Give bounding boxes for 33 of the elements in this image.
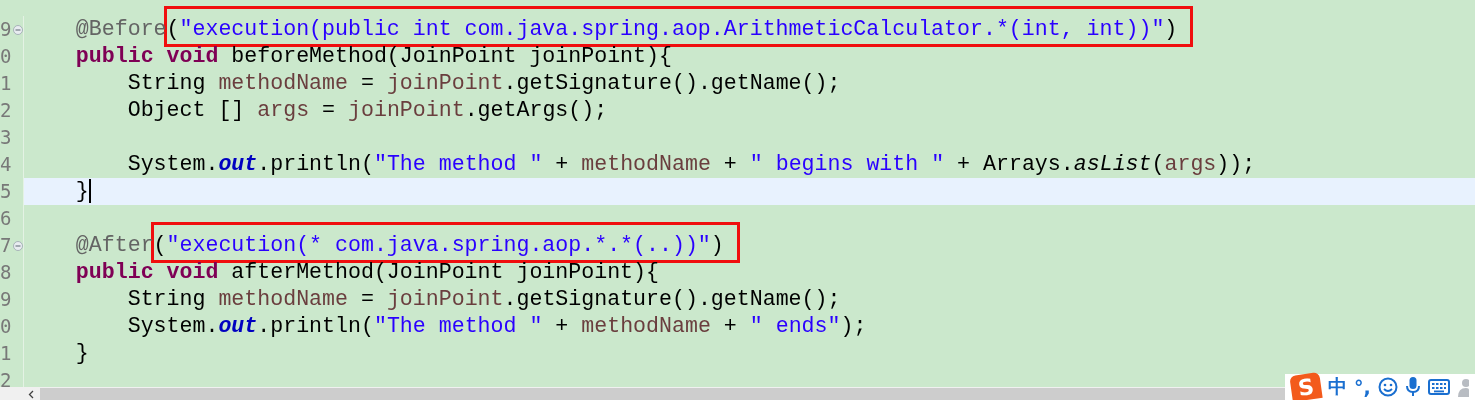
code-line: String methodName = joinPoint.getSignature().getName(); [126,287,841,311]
line-number: 0 [0,317,12,336]
code-line: Object [] args = joinPoint.getArgs(); [126,98,608,122]
line-number: 6 [0,209,12,228]
line-number: 1 [0,74,12,93]
code-line: public void beforeMethod(JoinPoint joinPoint){ [74,44,672,68]
scroll-left-icon[interactable] [28,389,34,399]
punctuation-toggle[interactable]: °, [1354,376,1371,398]
line-number: 8 [0,263,12,282]
code-line: System.out.println("The method " + methodName + " begins with " + Arrays.asList(args)); [126,152,1256,176]
ime-logo[interactable]: S [1289,372,1323,400]
line-number: 7 [0,236,12,255]
code-line: System.out.println("The method " + methodName + " ends"); [126,314,867,338]
line-number: 0 [0,47,12,66]
smiley-icon[interactable] [1377,377,1398,397]
line-number: 3 [0,128,12,147]
line-number: 1 [0,344,12,363]
code-text: ("execution(* com.java.spring.aop.*.*(..))") [153,233,724,257]
line-number: 9 [0,290,12,309]
code-line: public void afterMethod(JoinPoint joinPoint){ [74,260,659,284]
keyboard-icon[interactable] [1427,378,1450,396]
input-mode-toggle[interactable]: 中 [1328,374,1347,400]
code-line: } [74,341,89,365]
text-cursor [88,179,91,204]
code-text: ("execution(public int com.java.spring.aop.ArithmeticCalculator.*(int, int))") [166,17,1178,41]
line-number: 4 [0,155,12,174]
line-number: 5 [0,182,12,201]
microphone-icon[interactable] [1404,376,1421,398]
code-line: String methodName = joinPoint.getSignature().getName(); [126,71,841,95]
line-number: 2 [0,371,12,388]
line-number: 2 [0,101,12,120]
code-line: } [74,179,89,203]
line-number: 9 [0,20,12,39]
